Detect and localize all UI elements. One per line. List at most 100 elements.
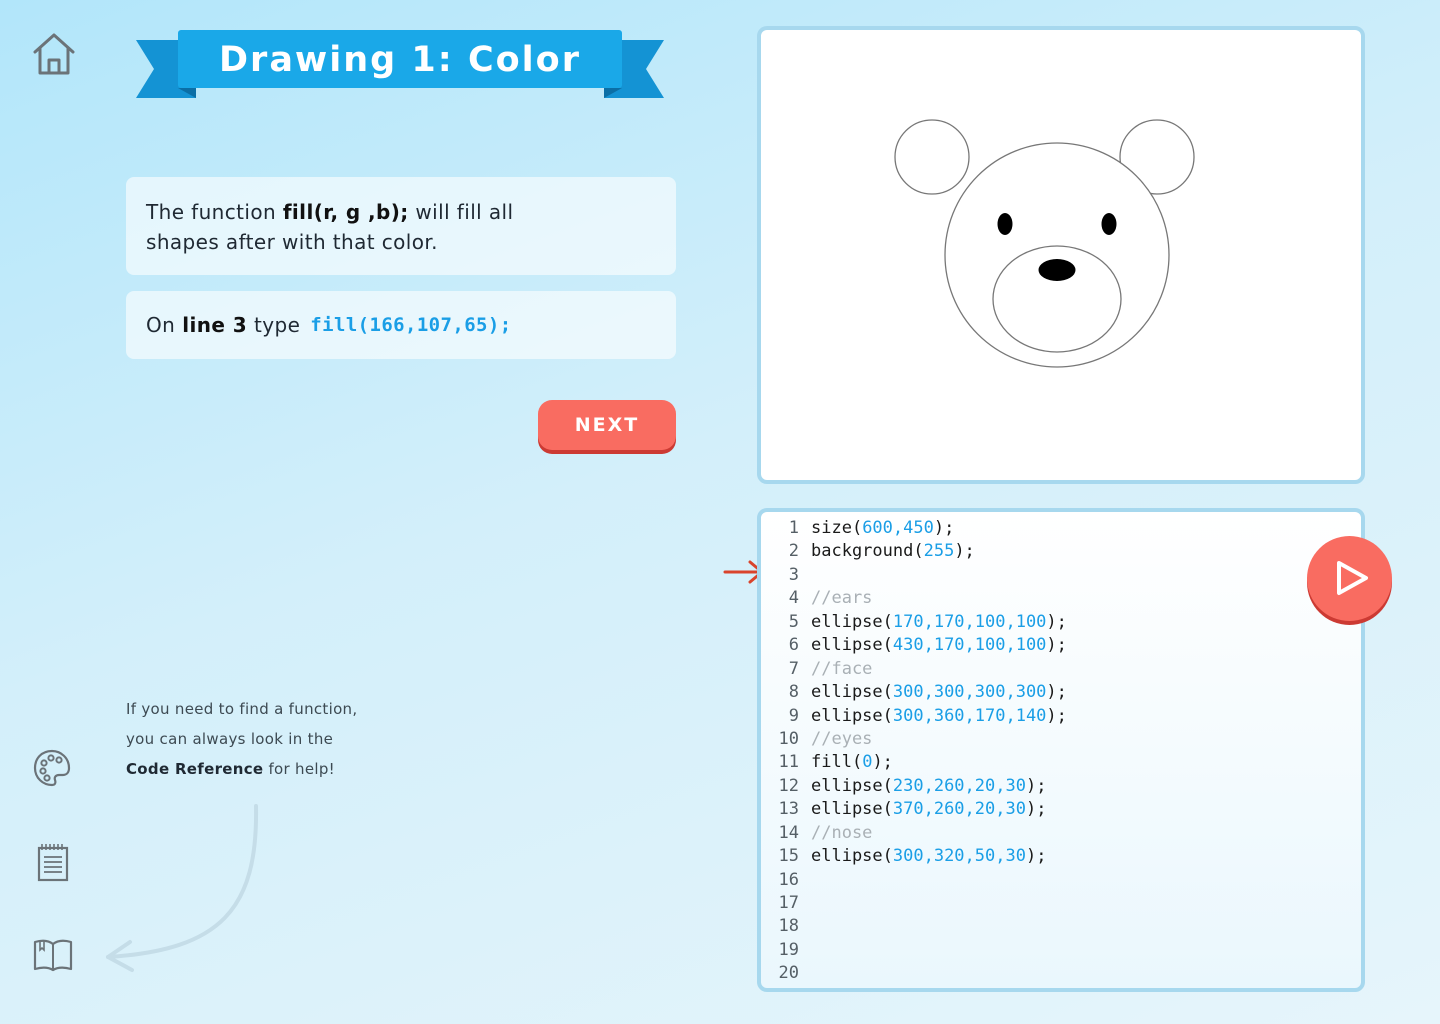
code-number: 300,360,170,140: [892, 705, 1047, 726]
code-number: 300,320,50,30: [892, 846, 1026, 867]
line-code[interactable]: ellipse(170,170,100,100);: [799, 611, 1067, 634]
book-icon[interactable]: [32, 936, 74, 974]
code-number: 600: [862, 518, 893, 538]
code-token: );: [954, 541, 975, 562]
run-button[interactable]: [1307, 536, 1392, 621]
code-line[interactable]: 10 //eyes: [761, 728, 1361, 751]
line-number: 2: [788, 541, 799, 562]
line-number: 1: [788, 518, 799, 538]
code-number: ,: [892, 518, 904, 538]
left-ear: [894, 119, 970, 195]
code-line[interactable]: 6 ellipse(430,170,100,100);: [761, 634, 1361, 657]
code-line[interactable]: 19: [761, 939, 1361, 962]
line-code[interactable]: background(255);: [799, 540, 975, 563]
line-code[interactable]: [799, 915, 811, 938]
line-code[interactable]: //nose: [799, 822, 872, 845]
code-line[interactable]: 12 ellipse(230,260,20,30);: [761, 775, 1361, 798]
bear-drawing: [894, 119, 1195, 368]
curved-arrow-icon: [106, 804, 259, 972]
code-line[interactable]: 14 //nose: [761, 822, 1361, 845]
code-line[interactable]: 16: [761, 869, 1361, 892]
line-number: 9: [788, 705, 799, 726]
code-line[interactable]: 7 //face: [761, 658, 1361, 681]
line-number: 21: [761, 986, 799, 988]
code-comment: //eyes: [811, 728, 873, 749]
line-code[interactable]: //eyes: [799, 728, 872, 751]
code-number: 370,260,20,30: [892, 799, 1026, 820]
next-button[interactable]: NEXT: [538, 400, 676, 450]
line-code[interactable]: [799, 892, 811, 915]
code-token: );: [1025, 799, 1047, 820]
code-editor[interactable]: 1 size(600,450); 2 background(255); 3 4//ears…: [757, 508, 1365, 992]
line-code[interactable]: ellipse(300,360,170,140);: [799, 705, 1067, 728]
code-line[interactable]: 8 ellipse(300,300,300,300);: [761, 681, 1361, 704]
code-number: 255: [923, 541, 955, 562]
code-comment: //face: [811, 658, 873, 679]
code-line[interactable]: 1 size(600,450);: [761, 517, 1361, 540]
code-line[interactable]: 17: [761, 892, 1361, 915]
code-comment: //nose: [811, 822, 873, 843]
line-code[interactable]: ellipse(370,260,20,30);: [799, 798, 1046, 821]
left-eye: [997, 213, 1013, 235]
code-line[interactable]: 18: [761, 915, 1361, 938]
line-code[interactable]: ellipse(300,300,300,300);: [799, 681, 1067, 704]
line-code[interactable]: [799, 986, 811, 988]
function-name: fill(r, g ,b);: [282, 200, 409, 224]
line-code[interactable]: fill(0);: [799, 751, 893, 774]
line-code[interactable]: [799, 564, 811, 587]
line-code[interactable]: [799, 869, 811, 892]
line-number: 19: [778, 939, 799, 960]
line-number: 5: [788, 611, 799, 632]
code-line[interactable]: 4 //ears: [761, 587, 1361, 610]
line-number: 18: [778, 916, 799, 937]
code-number: 430,170,100,100: [892, 635, 1047, 656]
code-token: ellipse(: [811, 846, 893, 867]
help-line: If you need to find a function,: [126, 700, 358, 718]
instruction-text: will fill all: [415, 200, 514, 224]
line-code[interactable]: //face: [799, 658, 872, 681]
code-reference-link[interactable]: Code Reference: [126, 760, 263, 778]
line-code[interactable]: [799, 939, 811, 962]
code-token: );: [1046, 611, 1067, 632]
code-token: );: [1046, 635, 1067, 656]
code-line[interactable]: 11 fill(0);: [761, 751, 1361, 774]
code-token: background(: [811, 541, 924, 562]
line-code[interactable]: ellipse(300,320,50,30);: [799, 845, 1046, 868]
code-line[interactable]: 5 ellipse(170,170,100,100);: [761, 611, 1361, 634]
code-line[interactable]: 20: [761, 962, 1361, 985]
play-icon: [1337, 561, 1368, 595]
line-code[interactable]: ellipse(230,260,20,30);: [799, 775, 1046, 798]
code-line[interactable]: 3: [761, 564, 1361, 587]
task-code: fill(166,107,65);: [310, 314, 512, 336]
code-lines: 1 size(600,450); 2 background(255); 3 4//ears…: [761, 517, 1361, 988]
home-icon[interactable]: [30, 30, 78, 78]
code-token: );: [1046, 705, 1067, 726]
code-token: );: [933, 518, 955, 538]
help-text: If you need to find a function, you can …: [126, 694, 446, 784]
code-line[interactable]: 21: [761, 986, 1361, 988]
line-number: 7: [788, 658, 799, 679]
code-token: ellipse(: [811, 799, 893, 820]
code-line[interactable]: 15 ellipse(300,320,50,30);: [761, 845, 1361, 868]
page-title: Drawing 1: Color: [219, 40, 581, 80]
code-line[interactable]: 9 ellipse(300,360,170,140);: [761, 705, 1361, 728]
code-token: );: [872, 752, 893, 773]
help-line: you can always look in the: [126, 730, 334, 748]
code-comment: //ears: [811, 588, 873, 609]
code-token: ellipse(: [811, 611, 893, 632]
line-code[interactable]: [799, 962, 811, 985]
nose: [1038, 259, 1076, 281]
line-number: 3: [788, 564, 799, 585]
code-token: );: [1025, 775, 1047, 796]
code-line[interactable]: 13 ellipse(370,260,20,30);: [761, 798, 1361, 821]
line-code[interactable]: ellipse(430,170,100,100);: [799, 634, 1067, 657]
line-code[interactable]: size(600,450);: [799, 517, 954, 540]
notes-icon[interactable]: [34, 842, 72, 882]
line-number: 15: [778, 846, 799, 867]
code-line[interactable]: 2 background(255);: [761, 540, 1361, 563]
line-number: 12: [778, 775, 799, 796]
code-number: 300,300,300,300: [892, 682, 1047, 703]
line-code[interactable]: //ears: [799, 587, 872, 610]
palette-icon[interactable]: [32, 748, 72, 788]
task-text: On: [146, 313, 176, 337]
